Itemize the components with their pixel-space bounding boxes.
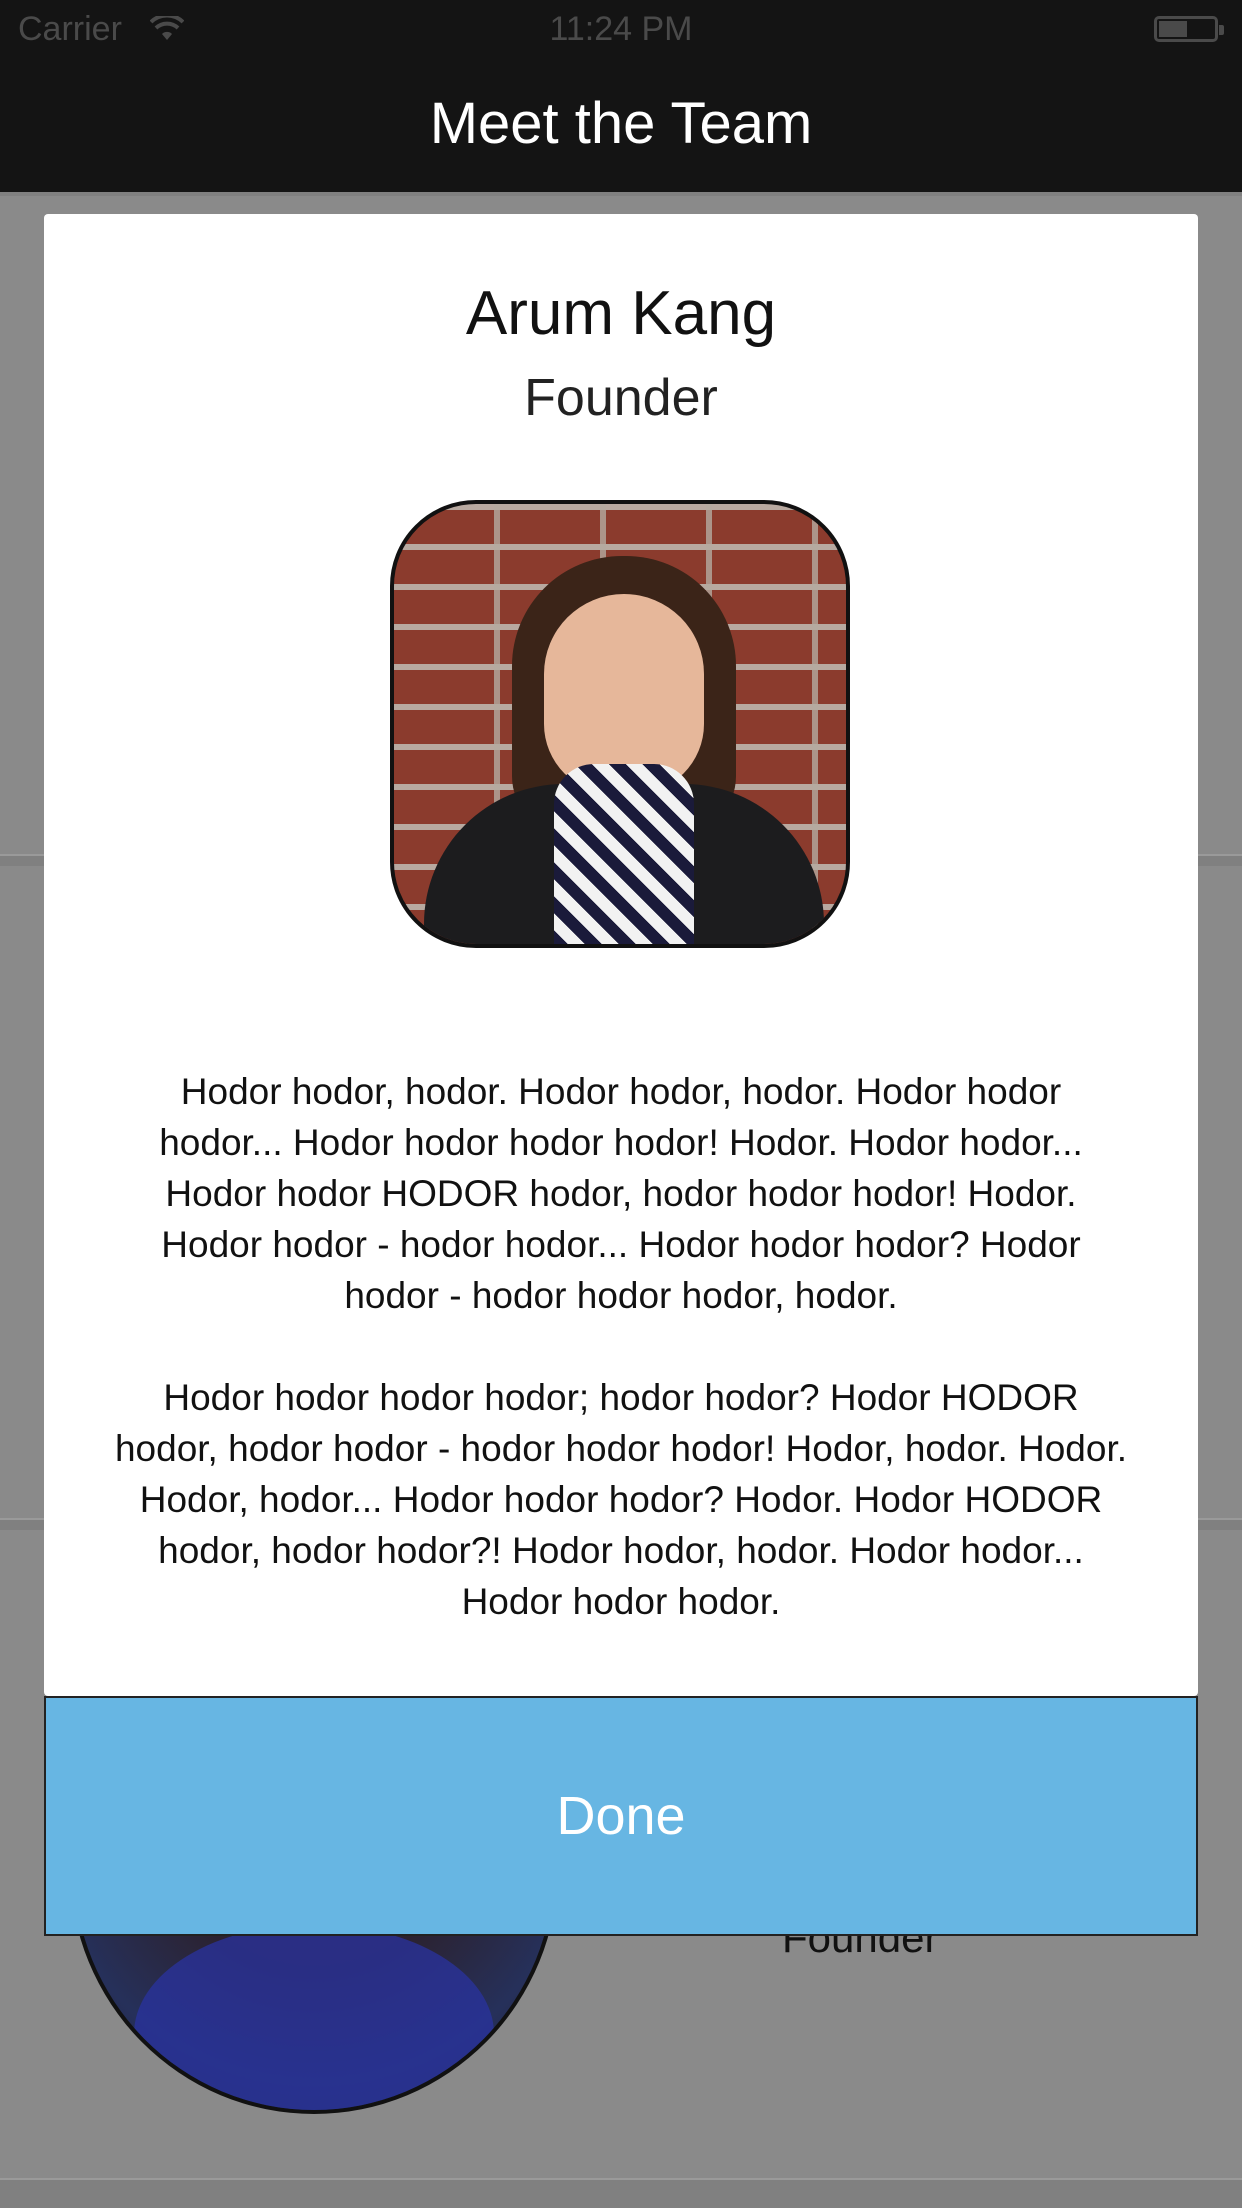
bio-paragraph: Hodor hodor hodor hodor; hodor hodor? Ho… xyxy=(114,1377,1128,1622)
member-role: Founder xyxy=(524,369,718,427)
status-bar: Carrier 11:24 PM xyxy=(0,0,1242,62)
done-button[interactable]: Done xyxy=(44,1696,1198,1936)
navigation-bar: Meet the Team xyxy=(0,62,1242,192)
battery-icon xyxy=(1154,16,1224,42)
status-time: 11:24 PM xyxy=(549,10,693,48)
member-photo xyxy=(390,500,850,948)
bio-paragraph: Hodor hodor, hodor. Hodor hodor, hodor. … xyxy=(159,1071,1083,1316)
member-name: Arum Kang xyxy=(465,279,777,348)
member-bio[interactable]: Hodor hodor, hodor. Hodor hodor, hodor. … xyxy=(114,1066,1128,1696)
page-title: Meet the Team xyxy=(429,91,813,156)
team-member-modal: Arum Kang Founder Hodor hodor, hodor. Ho… xyxy=(44,214,1198,1696)
